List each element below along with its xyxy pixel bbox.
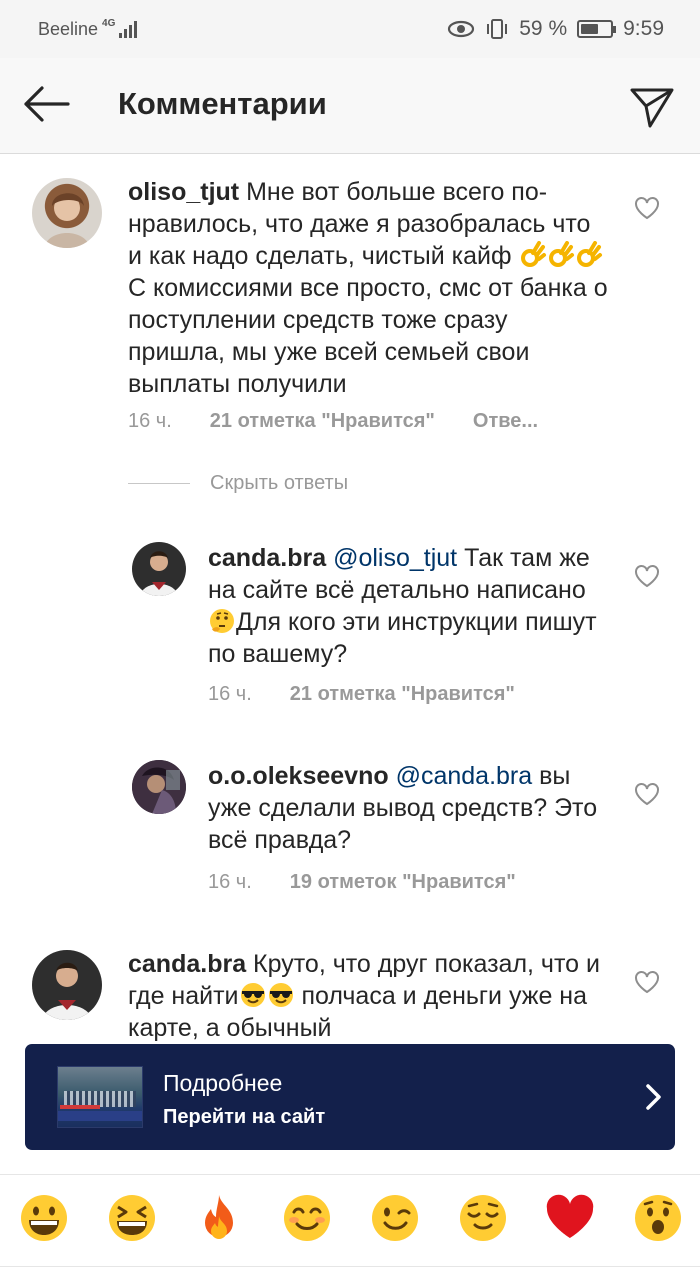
likes-count-link[interactable]: 21 отметка "Нравится" <box>210 410 435 433</box>
ok-hand-emoji-icon <box>576 241 602 267</box>
reply-button[interactable]: Отве... <box>473 410 538 433</box>
comment-body-continued: С комиссиями все просто, смс от банка о … <box>128 274 608 398</box>
ok-hand-emoji-icon <box>548 241 574 267</box>
reply-username[interactable]: o.o.olekseevno <box>208 762 389 790</box>
like-heart-icon[interactable] <box>634 564 660 588</box>
page-title: Комментарии <box>118 86 327 121</box>
reply-body-continued: Для кого эти инструкции пишут по вашему? <box>208 608 597 668</box>
banner-subtitle: Перейти на сайт <box>163 1106 326 1128</box>
status-indicators: 59 % 9:59 <box>447 17 664 41</box>
surprised-face-icon[interactable] <box>632 1192 684 1244</box>
mention-link[interactable]: @oliso_tjut <box>333 544 457 572</box>
grinning-face-icon[interactable] <box>18 1192 70 1244</box>
fire-icon[interactable] <box>193 1192 245 1244</box>
comment-username[interactable]: oliso_tjut <box>128 178 239 206</box>
mention-link[interactable]: @canda.bra <box>396 762 533 790</box>
like-heart-icon[interactable] <box>634 196 660 220</box>
network-type: 4G <box>102 17 116 29</box>
vibrate-icon <box>487 19 508 39</box>
back-arrow-icon[interactable] <box>22 84 70 124</box>
avatar-photo <box>44 193 90 248</box>
battery-icon <box>577 20 617 38</box>
header: Комментарии <box>0 58 700 154</box>
status-bar: Beeline 4G 59 % 9:59 <box>0 0 700 58</box>
signal-icon <box>119 20 138 38</box>
like-heart-icon[interactable] <box>634 970 660 994</box>
chevron-right-icon <box>646 1084 661 1110</box>
avatar-photo <box>140 551 178 596</box>
avatar[interactable] <box>32 178 102 248</box>
promo-banner[interactable]: Подробнее Перейти на сайт <box>25 1044 675 1150</box>
avatar[interactable] <box>132 542 186 596</box>
comment-username[interactable]: canda.bra <box>128 950 246 978</box>
sunglasses-face-emoji-icon <box>268 983 293 1007</box>
sunglasses-face-emoji-icon <box>240 983 265 1007</box>
comment-time: 16 ч. <box>128 410 172 432</box>
laughing-face-icon[interactable] <box>106 1192 158 1244</box>
banner-thumbnail <box>57 1066 143 1128</box>
eye-icon <box>448 20 475 38</box>
relieved-face-icon[interactable] <box>457 1192 509 1244</box>
clock-time: 9:59 <box>623 17 664 40</box>
thinking-face-emoji-icon <box>210 609 234 633</box>
likes-count-link[interactable]: 21 отметка "Нравится" <box>290 683 515 706</box>
likes-count-link[interactable]: 19 отметок "Нравится" <box>290 871 516 894</box>
divider <box>0 1174 700 1175</box>
carrier-name: Beeline <box>38 18 99 39</box>
reply-text: canda.bra @oliso_tjut Так там же на сайт… <box>208 542 608 670</box>
ok-hand-emoji-icon <box>520 241 546 267</box>
avatar-photo <box>132 760 186 814</box>
smiling-face-icon[interactable] <box>281 1192 333 1244</box>
divider <box>0 1266 700 1267</box>
divider-line <box>128 483 190 484</box>
avatar[interactable] <box>132 760 186 814</box>
comment-text: oliso_tjut Мне вот больше всего по-нрави… <box>128 176 608 400</box>
reply-text: o.o.olekseevno @canda.bra вы уже сделали… <box>208 760 608 856</box>
hide-replies-label: Скрыть ответы <box>210 472 349 494</box>
reply-meta: 16 ч. 19 отметок "Нравится" <box>208 871 516 894</box>
reply-time: 16 ч. <box>208 683 252 705</box>
avatar[interactable] <box>32 950 102 1020</box>
red-heart-icon[interactable] <box>544 1192 596 1244</box>
reply-username[interactable]: canda.bra <box>208 544 326 572</box>
reply-time: 16 ч. <box>208 871 252 893</box>
emoji-quick-bar <box>0 1192 700 1252</box>
avatar-photo <box>42 962 92 1020</box>
hide-replies-button[interactable]: Скрыть ответы <box>128 472 348 495</box>
send-direct-icon[interactable] <box>628 82 676 130</box>
battery-percent: 59 % <box>519 17 568 40</box>
winking-face-icon[interactable] <box>369 1192 421 1244</box>
banner-title: Подробнее <box>163 1070 283 1096</box>
carrier-info: Beeline 4G <box>38 17 138 40</box>
reply-meta: 16 ч. 21 отметка "Нравится" <box>208 683 515 706</box>
comment-meta: 16 ч. 21 отметка "Нравится" Отве... <box>128 410 538 433</box>
like-heart-icon[interactable] <box>634 782 660 806</box>
comment-text: canda.bra Круто, что друг показал, что и… <box>128 948 608 1042</box>
